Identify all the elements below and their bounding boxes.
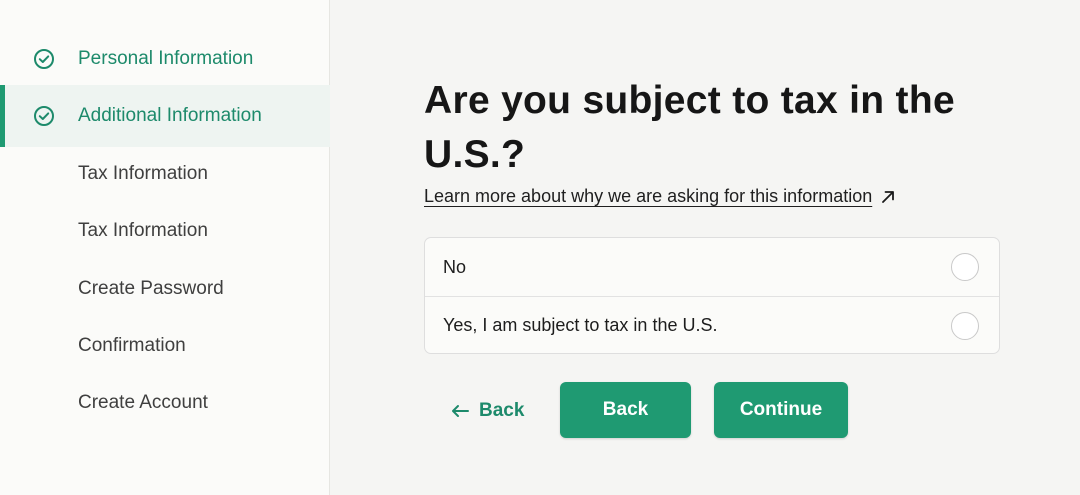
option-label: Yes, I am subject to tax in the U.S. <box>443 315 718 335</box>
sidebar-item-create-password[interactable]: Create Password <box>0 258 330 320</box>
sidebar-item-label: Create Account <box>78 392 208 413</box>
sidebar-item-label: Personal Information <box>78 48 254 69</box>
sidebar-item-label: Create Password <box>78 278 224 299</box>
sidebar-item-label: Additional Information <box>78 105 262 126</box>
page-title: Are you subject to tax in the U.S.? <box>424 79 955 176</box>
sidebar-item-create-account[interactable]: Create Account <box>0 372 330 434</box>
sidebar-item-confirmation[interactable]: Confirmation <box>0 315 330 377</box>
learn-more-label: Learn more about why we are asking for t… <box>424 186 873 206</box>
sidebar-item-personal-information[interactable]: Personal Information <box>0 28 330 90</box>
arrow-left-icon <box>452 405 469 417</box>
sidebar-item-tax-information-2[interactable]: Tax Information <box>0 200 330 262</box>
back-link[interactable]: Back <box>451 396 524 426</box>
external-arrow-icon <box>882 190 895 203</box>
option-label: No <box>443 256 467 277</box>
radio-button[interactable] <box>951 311 979 340</box>
sidebar-item-label: Confirmation <box>78 335 186 356</box>
option-yes[interactable]: Yes, I am subject to tax in the U.S. <box>425 296 999 353</box>
check-circle-icon <box>34 49 54 69</box>
sidebar-item-label: Tax Information <box>78 163 208 184</box>
back-link-label: Back <box>479 400 525 421</box>
check-circle-icon <box>34 106 54 126</box>
learn-more-link[interactable]: Learn more about why we are asking for t… <box>424 186 896 207</box>
radio-button[interactable] <box>951 253 979 281</box>
tax-status-options: No Yes, I am subject to tax in the U.S. <box>424 237 1000 354</box>
main-content: Are you subject to tax in the U.S.? Lear… <box>331 0 1080 495</box>
sidebar-item-tax-information[interactable]: Tax Information <box>0 143 330 205</box>
sidebar-nav: Personal Information Additional Informat… <box>0 0 330 495</box>
sidebar-item-additional-information[interactable]: Additional Information <box>0 85 330 147</box>
continue-button[interactable]: Continue <box>714 382 848 438</box>
back-button[interactable]: Back <box>560 382 691 438</box>
sidebar-item-label: Tax Information <box>78 220 208 241</box>
option-no[interactable]: No <box>425 238 999 296</box>
